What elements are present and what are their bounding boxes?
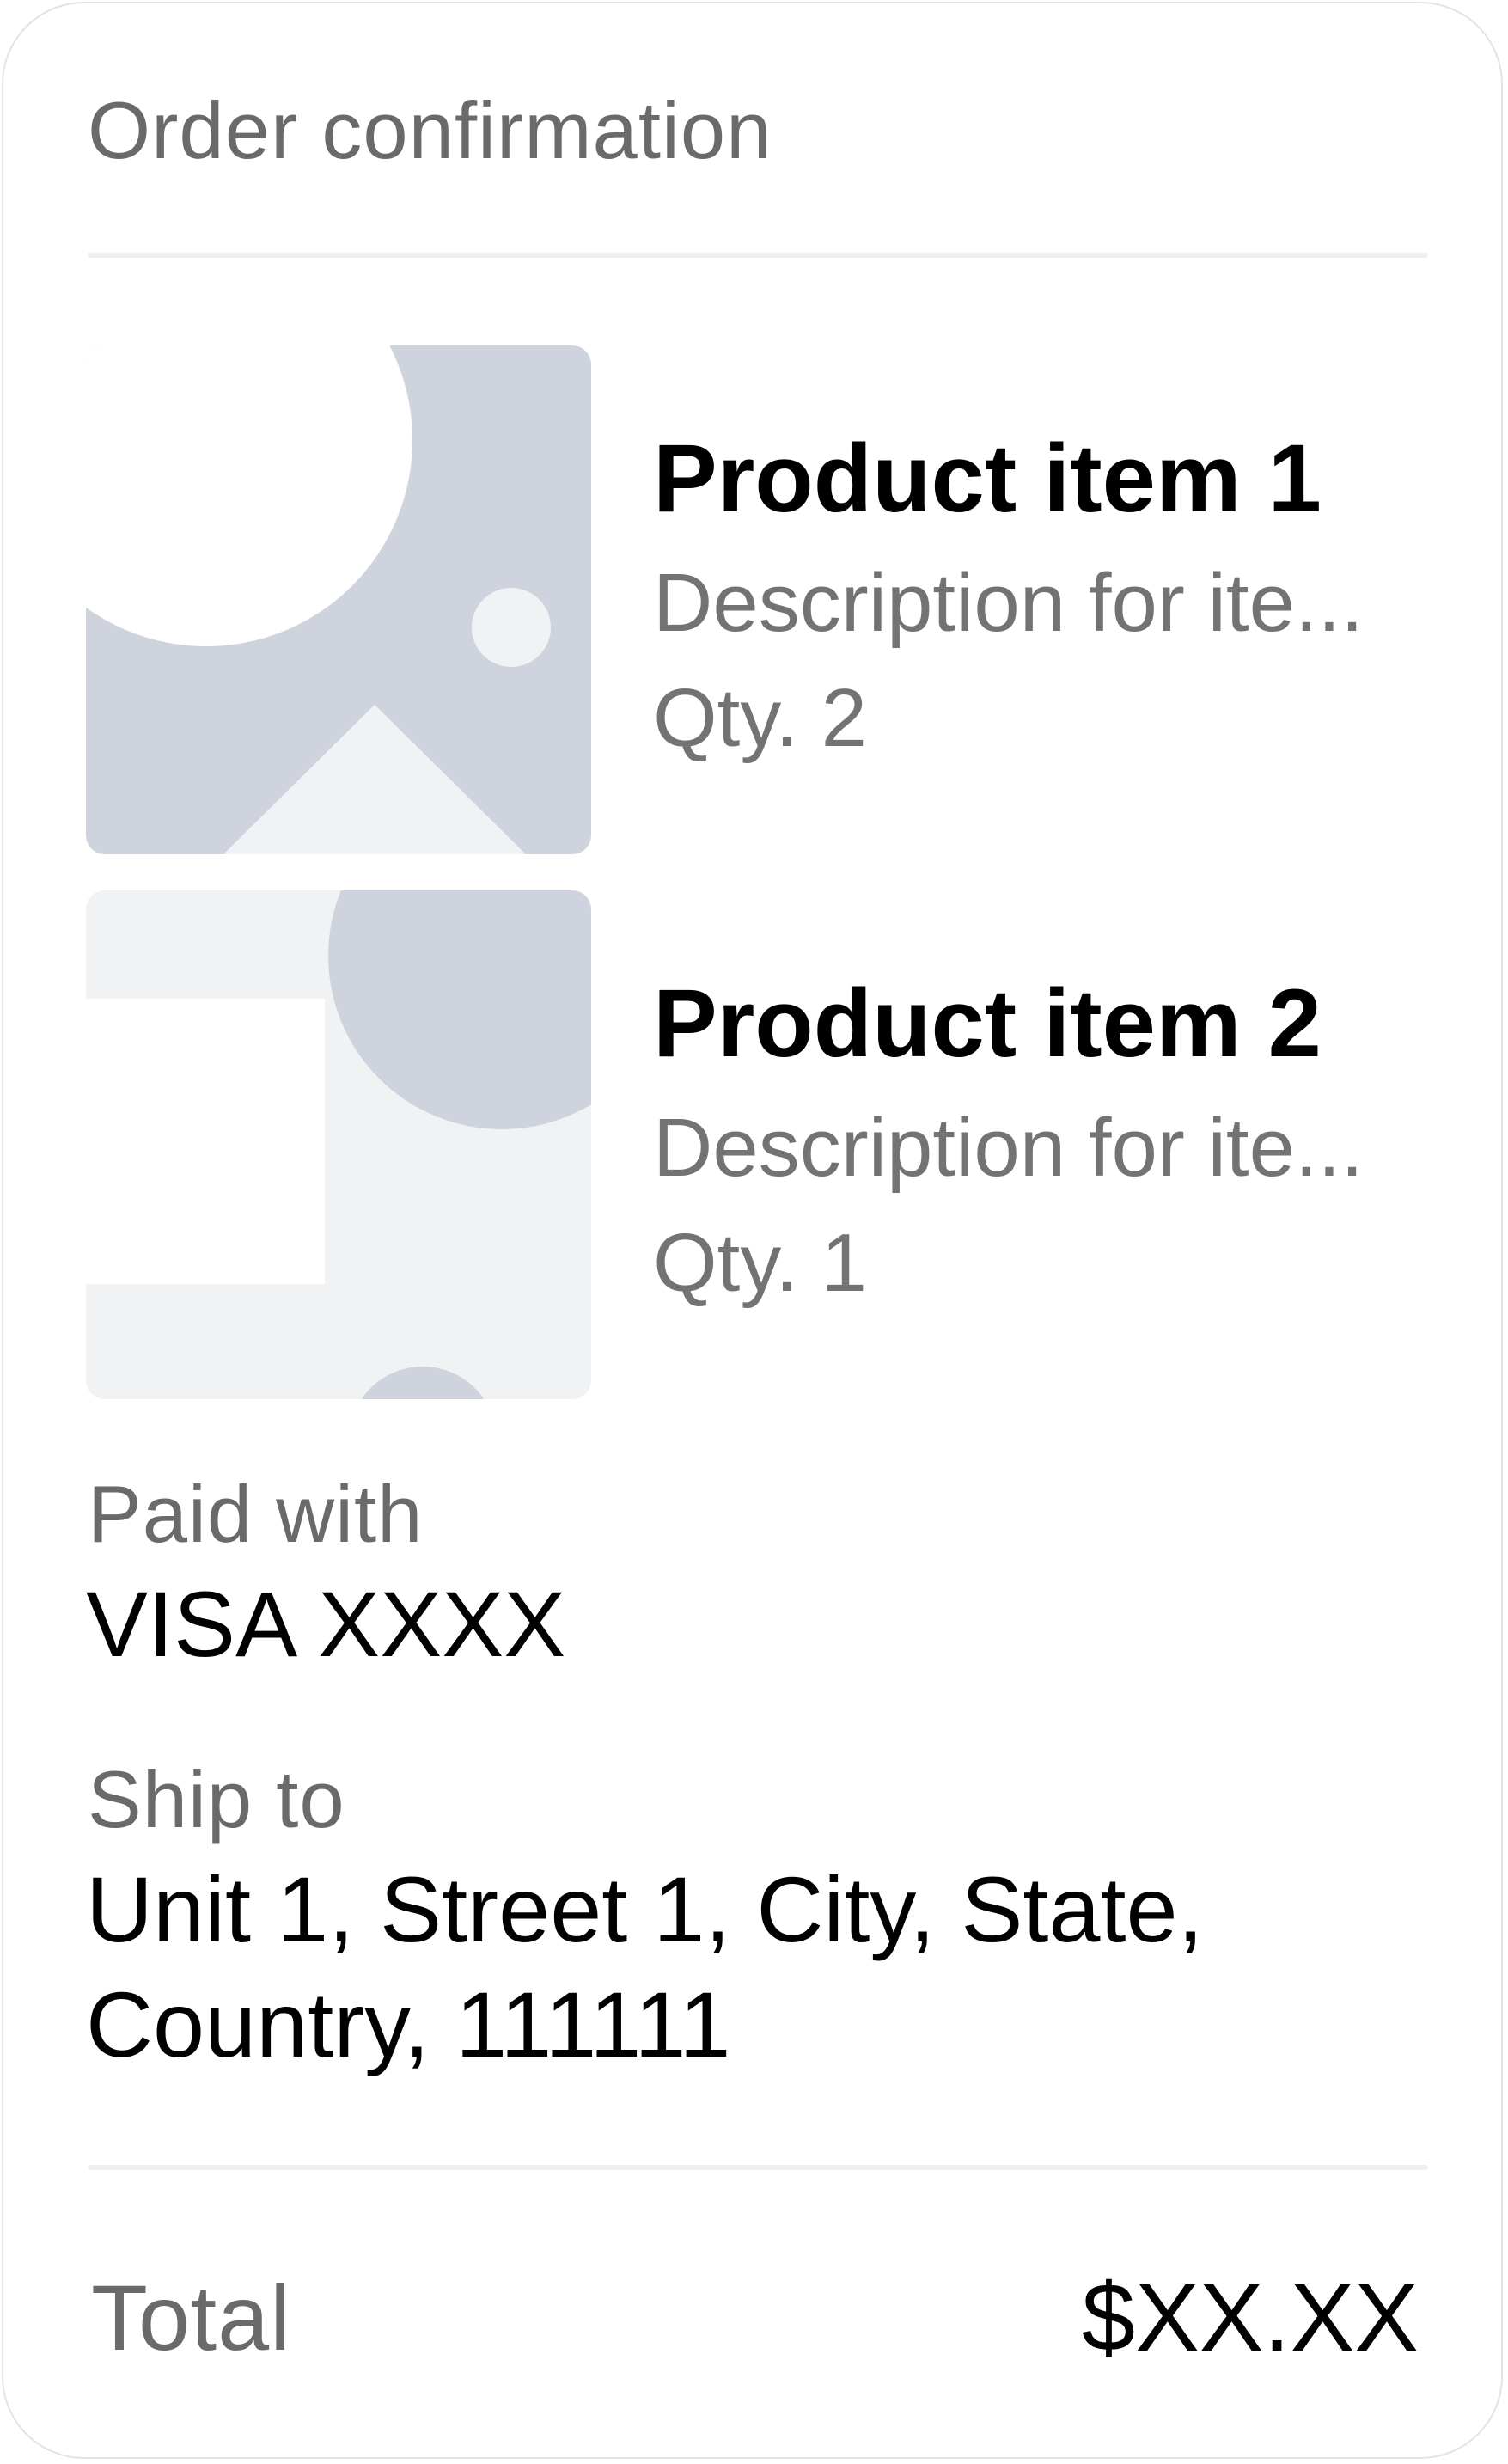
product-quantity: Qty. 1 bbox=[653, 1217, 867, 1309]
payment-label: Paid with bbox=[88, 1469, 424, 1559]
image-placeholder-icon bbox=[86, 345, 591, 854]
product-description: Description for ite... bbox=[653, 557, 1364, 649]
product-description: Description for ite... bbox=[653, 1102, 1364, 1194]
image-placeholder-icon bbox=[86, 890, 591, 1399]
total-divider bbox=[88, 2165, 1428, 2170]
shipping-label: Ship to bbox=[88, 1754, 345, 1844]
product-name: Product item 1 bbox=[653, 425, 1322, 532]
product-item[interactable]: Product item 2 Description for ite... Qt… bbox=[86, 890, 1426, 1399]
product-item[interactable]: Product item 1 Description for ite... Qt… bbox=[86, 345, 1426, 854]
header-divider bbox=[88, 253, 1428, 258]
total-amount: $XX.XX bbox=[1081, 2264, 1419, 2371]
page-title: Order confirmation bbox=[88, 85, 772, 175]
shipping-address-line1: Unit 1, Street 1, City, State, bbox=[86, 1857, 1204, 1961]
product-name: Product item 2 bbox=[653, 969, 1322, 1077]
product-quantity: Qty. 2 bbox=[653, 672, 867, 764]
total-label: Total bbox=[91, 2265, 292, 2369]
shipping-address-line2: Country, 111111 bbox=[86, 1972, 731, 2076]
order-confirmation-card: Order confirmation Product item 1 Descri… bbox=[2, 2, 1503, 2459]
payment-method: VISA XXXX bbox=[86, 1572, 566, 1676]
